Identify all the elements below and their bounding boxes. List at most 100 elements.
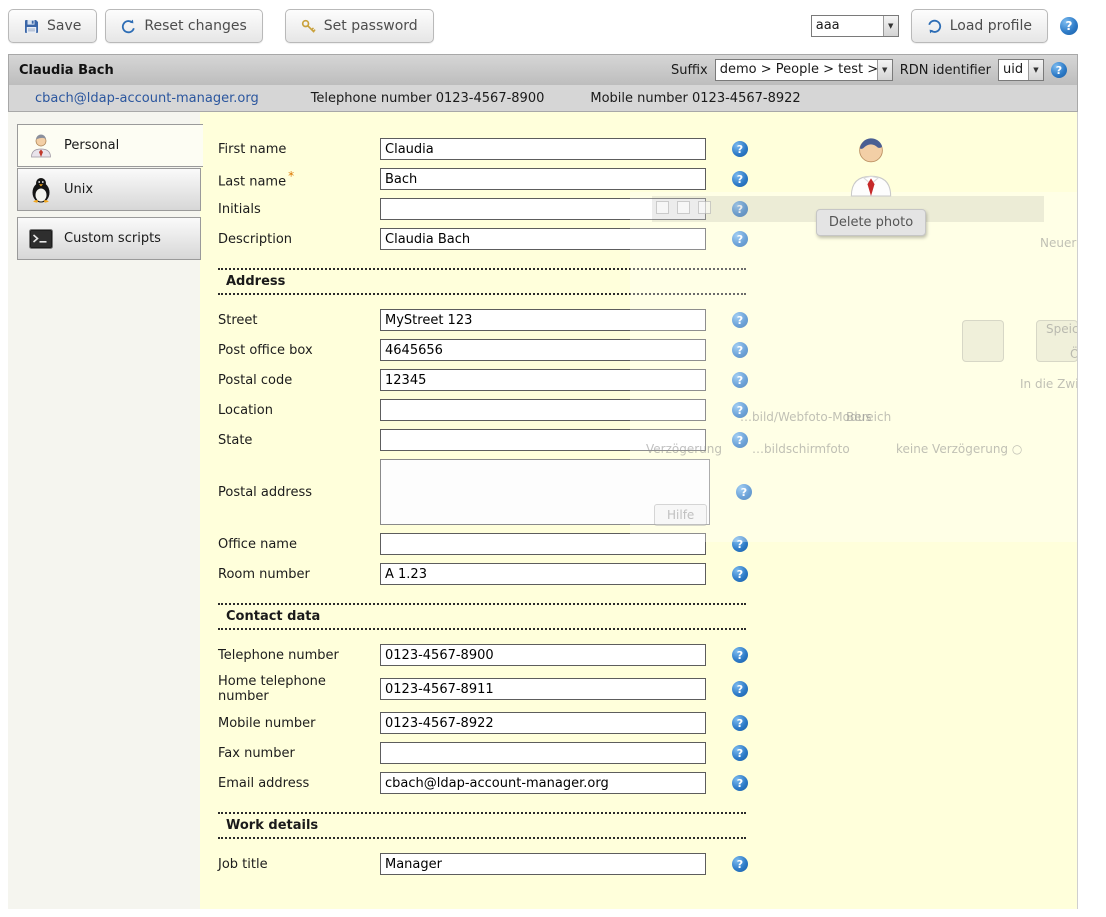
field-label: Postal address	[218, 485, 380, 500]
field-label: First name	[218, 142, 380, 157]
job-title-input[interactable]	[380, 853, 706, 875]
field-label: Room number	[218, 567, 380, 582]
reset-changes-button[interactable]: Reset changes	[105, 9, 262, 43]
field-label: Street	[218, 313, 380, 328]
main: PersonalUnix Custom scripts First name?La…	[8, 112, 1078, 909]
sidebar-item-unix[interactable]: Unix	[17, 168, 201, 211]
email-address-input[interactable]	[380, 772, 706, 794]
chevron-down-icon: ▼	[883, 16, 898, 36]
field-label: Office name	[218, 537, 380, 552]
help-icon[interactable]: ?	[732, 856, 748, 872]
form-area: First name?Last name*?Initials?Descripti…	[218, 138, 1077, 875]
post-office-box-input[interactable]	[380, 339, 706, 361]
field-label: Location	[218, 403, 380, 418]
help-icon[interactable]: ?	[732, 372, 748, 388]
email-link[interactable]: cbach@ldap-account-manager.org	[35, 91, 259, 106]
set-password-button-label: Set password	[324, 18, 418, 34]
sidebar-item-custom-scripts[interactable]: Custom scripts	[17, 217, 201, 260]
set-password-button[interactable]: Set password	[285, 9, 434, 43]
tux-icon	[28, 177, 54, 203]
delete-photo-button[interactable]: Delete photo	[816, 209, 926, 236]
postal-address-input[interactable]	[380, 459, 710, 525]
last-name-input[interactable]	[380, 168, 706, 190]
state-input[interactable]	[380, 429, 706, 451]
form-row: Location?	[218, 399, 1077, 421]
help-icon[interactable]: ?	[1051, 62, 1067, 78]
field-label: Job title	[218, 857, 380, 872]
section-header-contact-data: Contact data	[218, 603, 746, 630]
help-icon[interactable]: ?	[732, 775, 748, 791]
field-label: Email address	[218, 776, 380, 791]
street-input[interactable]	[380, 309, 706, 331]
sidebar: PersonalUnix Custom scripts	[8, 112, 200, 909]
section-header-address: Address	[218, 268, 746, 295]
mobile-number-input[interactable]	[380, 712, 706, 734]
sidebar-tabs: PersonalUnix Custom scripts	[17, 124, 200, 260]
form-row: Postal address?	[218, 459, 1077, 525]
save-icon	[24, 19, 39, 34]
suffix-select[interactable]: demo > People > test > de ▼	[715, 59, 893, 81]
toolbar-right: aaa ▼ Load profile ?	[811, 9, 1078, 43]
fax-number-input[interactable]	[380, 742, 706, 764]
office-name-input[interactable]	[380, 533, 706, 555]
save-button-label: Save	[47, 18, 81, 34]
field-label: Home telephone number	[218, 674, 380, 704]
first-name-input[interactable]	[380, 138, 706, 160]
location-input[interactable]	[380, 399, 706, 421]
field-label: Post office box	[218, 343, 380, 358]
help-icon[interactable]: ?	[732, 342, 748, 358]
help-icon[interactable]: ?	[732, 647, 748, 663]
help-icon[interactable]: ?	[732, 141, 748, 157]
help-icon[interactable]: ?	[732, 312, 748, 328]
load-profile-button-label: Load profile	[950, 18, 1032, 34]
profile-select[interactable]: aaa ▼	[811, 15, 899, 37]
account-header-summary: cbach@ldap-account-manager.org Telephone…	[9, 85, 1077, 111]
account-header-top: Claudia Bach Suffix demo > People > test…	[9, 55, 1077, 85]
toolbar: Save Reset changes Set password aaa ▼ Lo…	[8, 8, 1078, 44]
user-icon	[28, 134, 54, 158]
postal-code-input[interactable]	[380, 369, 706, 391]
help-icon[interactable]: ?	[732, 201, 748, 217]
help-icon[interactable]: ?	[732, 231, 748, 247]
form-row: State?	[218, 429, 1077, 451]
sidebar-item-personal[interactable]: Personal	[17, 124, 203, 167]
content: First name?Last name*?Initials?Descripti…	[200, 112, 1077, 909]
help-icon[interactable]: ?	[736, 484, 752, 500]
help-icon[interactable]: ?	[732, 432, 748, 448]
telephone-number-input[interactable]	[380, 644, 706, 666]
field-label: Telephone number	[218, 648, 380, 663]
save-button[interactable]: Save	[8, 9, 97, 43]
page-title: Claudia Bach	[19, 63, 114, 78]
account-header: Claudia Bach Suffix demo > People > test…	[8, 54, 1078, 112]
help-icon[interactable]: ?	[732, 402, 748, 418]
load-icon	[927, 19, 942, 34]
form-row: Fax number?	[218, 742, 1077, 764]
help-icon[interactable]: ?	[732, 745, 748, 761]
field-label: Mobile number	[218, 716, 380, 731]
help-icon[interactable]: ?	[732, 536, 748, 552]
tab-label: Custom scripts	[64, 231, 161, 246]
form-row: Description?	[218, 228, 1077, 250]
description-input[interactable]	[380, 228, 706, 250]
rdn-select[interactable]: uid ▼	[998, 59, 1044, 81]
home-telephone-number-input[interactable]	[380, 678, 706, 700]
help-icon[interactable]: ?	[1060, 17, 1078, 35]
room-number-input[interactable]	[380, 563, 706, 585]
form-row: Job title?	[218, 853, 1077, 875]
initials-input[interactable]	[380, 198, 706, 220]
profile-select-value: aaa	[812, 16, 883, 36]
help-icon[interactable]: ?	[732, 171, 748, 187]
help-icon[interactable]: ?	[732, 681, 748, 697]
load-profile-button[interactable]: Load profile	[911, 9, 1048, 43]
rdn-select-value: uid	[999, 60, 1028, 80]
terminal-icon	[28, 229, 54, 249]
help-icon[interactable]: ?	[732, 715, 748, 731]
form-row: First name?	[218, 138, 1077, 160]
chevron-down-icon: ▼	[877, 60, 892, 80]
field-label: Postal code	[218, 373, 380, 388]
help-icon[interactable]: ?	[732, 566, 748, 582]
mobile-summary: Mobile number 0123-4567-8922	[590, 91, 800, 106]
form-row: Office name?	[218, 533, 1077, 555]
reset-changes-button-label: Reset changes	[144, 18, 246, 34]
field-label: Description	[218, 232, 380, 247]
